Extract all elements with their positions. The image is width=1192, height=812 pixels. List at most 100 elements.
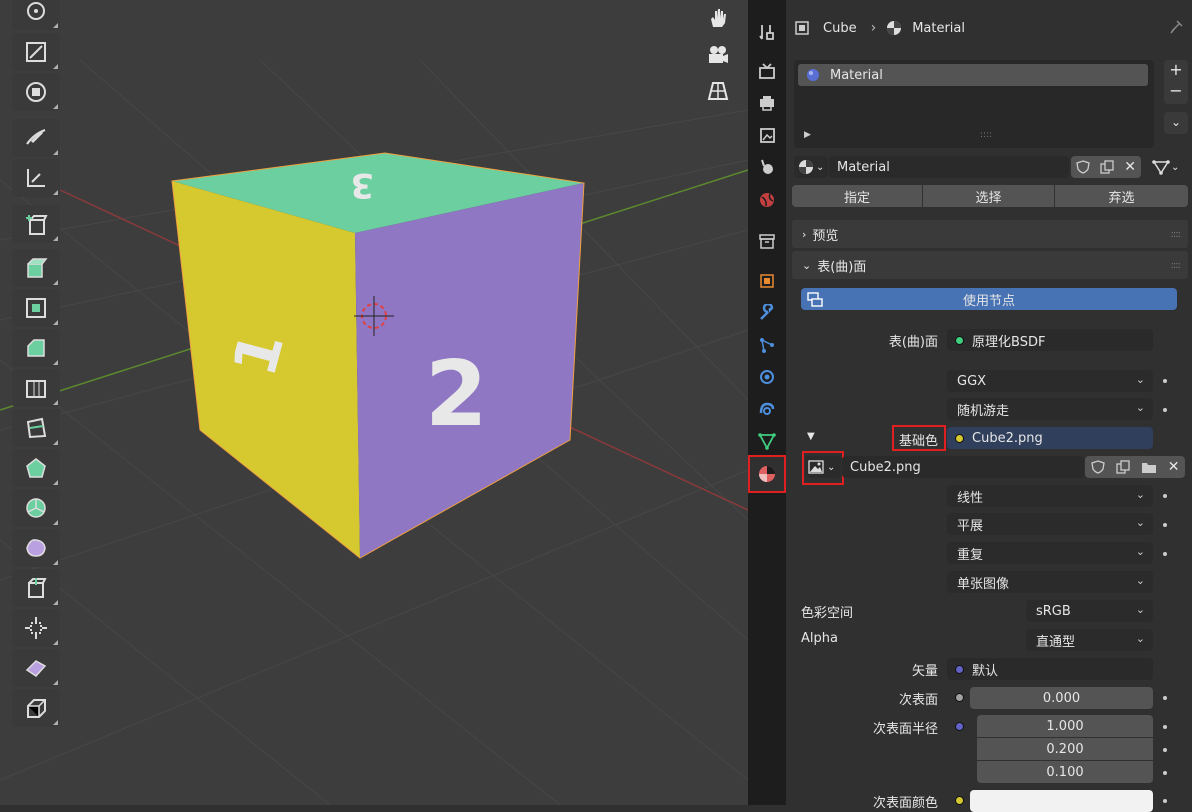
poly-build-tool-icon[interactable] bbox=[12, 449, 60, 487]
base-color-expand-arrow-icon[interactable]: ▼ bbox=[807, 431, 815, 442]
material-slot-item[interactable]: Material bbox=[798, 64, 1148, 86]
duplicate-icon[interactable] bbox=[1115, 460, 1130, 474]
browse-material-button[interactable]: ⌄ bbox=[794, 156, 828, 178]
panel-grip-icon[interactable]: :::: bbox=[1171, 260, 1182, 271]
alpha-mode-dropdown[interactable]: 直通型 ⌄ bbox=[1026, 629, 1153, 651]
render-tab-icon[interactable] bbox=[752, 56, 782, 86]
open-folder-icon[interactable] bbox=[1141, 460, 1157, 474]
subsurface-method-dropdown[interactable]: 随机游走 ⌄ bbox=[947, 398, 1153, 420]
subsurface-value-field[interactable]: 0.000 bbox=[970, 687, 1153, 709]
knife-tool-icon[interactable] bbox=[12, 409, 60, 447]
physics-tab-icon[interactable] bbox=[752, 362, 782, 392]
fake-user-shield-icon[interactable] bbox=[1090, 460, 1105, 474]
shrink-fatten-tool-icon[interactable] bbox=[12, 609, 60, 647]
color-socket-icon[interactable] bbox=[955, 796, 964, 805]
3d-viewport[interactable]: 3 1 2 bbox=[0, 0, 748, 805]
data-tab-icon[interactable] bbox=[752, 426, 782, 456]
world-tab-icon[interactable] bbox=[752, 185, 782, 215]
ortho-perspective-icon[interactable] bbox=[700, 73, 736, 109]
fake-user-shield-icon[interactable] bbox=[1076, 160, 1090, 174]
browse-image-button[interactable]: ⌄ bbox=[805, 456, 841, 478]
breadcrumb-object[interactable]: Cube bbox=[823, 21, 857, 36]
loop-cut-tool-icon[interactable] bbox=[12, 369, 60, 407]
output-tab-icon[interactable] bbox=[752, 88, 782, 118]
node-tree-icon bbox=[1152, 160, 1170, 175]
measure-tool-icon[interactable] bbox=[12, 159, 60, 197]
particles-tab-icon[interactable] bbox=[752, 330, 782, 360]
annotate-tool-icon[interactable] bbox=[12, 119, 60, 157]
unlink-close-icon[interactable]: ✕ bbox=[1168, 459, 1180, 475]
keyframe-dot-icon[interactable] bbox=[1163, 748, 1167, 752]
use-nodes-button[interactable]: 使用节点 bbox=[801, 288, 1177, 310]
projection-dropdown[interactable]: 平展 ⌄ bbox=[947, 513, 1153, 535]
material-tab-icon[interactable] bbox=[748, 455, 786, 493]
distribution-dropdown[interactable]: GGX ⌄ bbox=[947, 370, 1153, 392]
remove-slot-button[interactable]: − bbox=[1164, 82, 1188, 104]
inset-tool-icon[interactable] bbox=[12, 289, 60, 327]
add-cube-tool-icon[interactable] bbox=[12, 205, 60, 243]
deselect-button[interactable]: 弃选 bbox=[1055, 185, 1188, 207]
keyframe-dot-icon[interactable] bbox=[1163, 523, 1167, 527]
scale-tool-icon[interactable] bbox=[12, 33, 60, 71]
surface-shader-field[interactable]: 原理化BSDF bbox=[947, 329, 1153, 351]
vector-label: 矢量 bbox=[911, 664, 938, 679]
datablock-actions: ✕ bbox=[1071, 156, 1141, 178]
modifier-tab-icon[interactable] bbox=[752, 298, 782, 328]
material-slot-list[interactable]: Material ▶ :::: bbox=[794, 60, 1154, 148]
assign-button[interactable]: 指定 bbox=[792, 185, 922, 207]
slot-specials-chevron-icon[interactable]: ⌄ bbox=[1164, 112, 1188, 134]
expand-arrow-icon[interactable]: ▶ bbox=[804, 130, 811, 140]
tool-settings-tab-icon[interactable] bbox=[752, 17, 782, 47]
rotate-tool-icon[interactable] bbox=[12, 0, 60, 30]
float-socket-icon[interactable] bbox=[955, 693, 964, 702]
image-name-field[interactable]: Cube2.png bbox=[842, 456, 1084, 478]
bevel-tool-icon[interactable] bbox=[12, 329, 60, 367]
object-tab-icon[interactable] bbox=[752, 266, 782, 296]
keyframe-dot-icon[interactable] bbox=[1163, 771, 1167, 775]
keyframe-dot-icon[interactable] bbox=[1163, 379, 1167, 383]
base-color-field[interactable]: Cube2.png bbox=[947, 427, 1153, 449]
resize-grip-icon[interactable]: :::: bbox=[980, 130, 992, 140]
duplicate-icon[interactable] bbox=[1100, 160, 1114, 174]
pan-view-icon[interactable] bbox=[700, 0, 736, 36]
keyframe-dot-icon[interactable] bbox=[1163, 696, 1167, 700]
camera-view-icon[interactable] bbox=[700, 37, 736, 73]
keyframe-dot-icon[interactable] bbox=[1163, 799, 1167, 803]
constraints-tab-icon[interactable] bbox=[752, 394, 782, 424]
pin-icon[interactable] bbox=[1168, 19, 1184, 35]
spin-tool-icon[interactable] bbox=[12, 489, 60, 527]
smooth-tool-icon[interactable] bbox=[12, 529, 60, 567]
vector-socket-icon[interactable] bbox=[955, 722, 964, 731]
collection-tab-icon[interactable] bbox=[752, 226, 782, 256]
panel-grip-icon[interactable]: :::: bbox=[1171, 229, 1182, 240]
interpolation-dropdown[interactable]: 线性 ⌄ bbox=[947, 485, 1153, 507]
extension-dropdown[interactable]: 重复 ⌄ bbox=[947, 542, 1153, 564]
edge-slide-tool-icon[interactable] bbox=[12, 569, 60, 607]
transform-tool-icon[interactable] bbox=[12, 73, 60, 111]
subsurface-color-swatch[interactable] bbox=[970, 790, 1153, 812]
keyframe-dot-icon[interactable] bbox=[1163, 494, 1167, 498]
node-tree-selector[interactable]: ⌄ bbox=[1152, 156, 1188, 178]
subsurface-radius-z-field[interactable]: 0.100 bbox=[977, 761, 1153, 783]
extrude-tool-icon[interactable] bbox=[12, 249, 60, 287]
color-space-dropdown[interactable]: sRGB ⌄ bbox=[1026, 600, 1153, 622]
subsurface-radius-y-field[interactable]: 0.200 bbox=[977, 738, 1153, 760]
source-dropdown[interactable]: 单张图像 ⌄ bbox=[947, 571, 1153, 593]
keyframe-dot-icon[interactable] bbox=[1163, 408, 1167, 412]
surface-panel-header[interactable]: ⌄ 表(曲)面 :::: bbox=[792, 251, 1188, 279]
rip-region-tool-icon[interactable] bbox=[12, 689, 60, 727]
scene-tab-icon[interactable] bbox=[752, 152, 782, 182]
collapsed-arrow-icon: › bbox=[802, 227, 807, 241]
breadcrumb-material[interactable]: Material bbox=[912, 21, 965, 36]
view-layer-tab-icon[interactable] bbox=[752, 120, 782, 150]
material-name-field[interactable]: Material bbox=[829, 156, 1069, 178]
add-slot-button[interactable]: + bbox=[1164, 60, 1188, 82]
select-button[interactable]: 选择 bbox=[923, 185, 1054, 207]
keyframe-dot-icon[interactable] bbox=[1163, 552, 1167, 556]
subsurface-radius-x-field[interactable]: 1.000 bbox=[977, 715, 1153, 737]
keyframe-dot-icon[interactable] bbox=[1163, 725, 1167, 729]
shear-tool-icon[interactable] bbox=[12, 649, 60, 687]
unlink-close-icon[interactable]: ✕ bbox=[1124, 159, 1136, 175]
preview-panel-header[interactable]: › 预览 :::: bbox=[792, 220, 1188, 248]
vector-field[interactable]: 默认 bbox=[947, 658, 1153, 680]
